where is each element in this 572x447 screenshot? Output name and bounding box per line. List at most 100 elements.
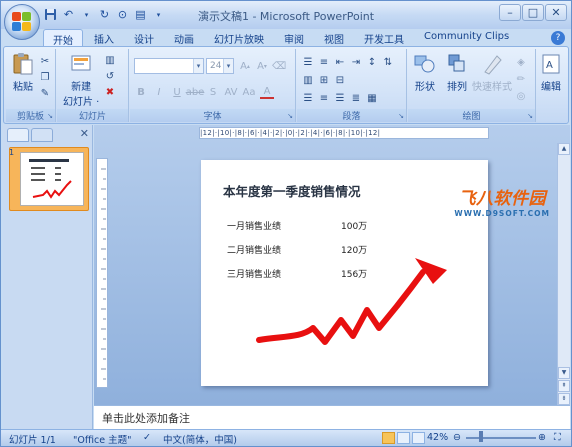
shape-effects-icon[interactable]: ◎ xyxy=(514,89,528,103)
font-color-icon[interactable]: A xyxy=(260,85,274,99)
decrease-indent-icon[interactable]: ⇤ xyxy=(333,55,347,69)
grow-font-icon[interactable]: A ▴ xyxy=(238,59,252,73)
justify-icon[interactable]: ≣ xyxy=(349,91,363,105)
tab-outline[interactable] xyxy=(31,128,53,142)
font-style-buttons: B I U abe S AV Aa A xyxy=(134,85,274,99)
tab-developer[interactable]: 开发工具 xyxy=(355,29,413,47)
office-button[interactable] xyxy=(4,4,40,40)
slides-small-buttons: ▥ ↺ ✖ xyxy=(103,53,117,99)
tab-animations[interactable]: 动画 xyxy=(165,29,203,47)
font-launcher-icon[interactable]: ↘ xyxy=(287,112,293,120)
shape-outline-icon[interactable]: ✏ xyxy=(514,72,528,86)
paste-button[interactable]: 粘贴 xyxy=(10,52,36,93)
copy-icon[interactable]: ❐ xyxy=(38,70,52,84)
shrink-font-icon[interactable]: A ▾ xyxy=(255,59,269,73)
vertical-ruler[interactable] xyxy=(96,158,108,388)
tab-slideshow[interactable]: 幻灯片放映 xyxy=(205,29,273,47)
strikethrough-icon[interactable]: abe xyxy=(186,85,205,99)
dropdown-icon[interactable]: ▾ xyxy=(79,7,94,22)
align-right-icon[interactable]: ☰ xyxy=(333,91,347,105)
tab-view[interactable]: 视图 xyxy=(315,29,353,47)
zoom-out-icon[interactable]: ⊖ xyxy=(453,432,461,443)
zoom-thumb[interactable] xyxy=(479,431,483,442)
slide-info: 幻灯片 1/1 xyxy=(9,435,56,446)
increase-indent-icon[interactable]: ⇥ xyxy=(349,55,363,69)
arrange-button[interactable]: 排列 xyxy=(444,52,470,93)
horizontal-ruler[interactable]: |12|·|10|·|8|·|6|·|4|·|2|·|0|·|2|·|4|·|6… xyxy=(199,127,489,139)
vertical-scrollbar[interactable]: ▲ ▼ ⇞ ⇟ xyxy=(557,143,570,405)
prev-slide-icon[interactable]: ⇞ xyxy=(558,380,570,392)
shape-fill-icon[interactable]: ◈ xyxy=(514,55,528,69)
list-buttons: ☰ ≡ ⇤ ⇥ ↕ ⇅ xyxy=(301,55,395,69)
scroll-down-icon[interactable]: ▼ xyxy=(558,367,570,379)
minimize-button[interactable]: – xyxy=(499,4,521,21)
record-icon[interactable]: ⊙ xyxy=(115,7,130,22)
paragraph-launcher-icon[interactable]: ↘ xyxy=(398,112,404,120)
change-case-icon[interactable]: Aa xyxy=(242,85,256,99)
drawing-launcher-icon[interactable]: ↘ xyxy=(527,112,533,120)
underline-icon[interactable]: U xyxy=(170,85,184,99)
drawing-group: 形状 排列 快速样式 ◈ ✏ ◎ 绘图 ↘ xyxy=(408,49,536,122)
shapes-button[interactable]: 形状 xyxy=(412,52,438,93)
tab-home[interactable]: 开始 xyxy=(43,29,83,47)
spellcheck-icon[interactable]: ✓ xyxy=(143,432,151,443)
undo-icon[interactable]: ↶ xyxy=(61,7,76,22)
numbering-icon[interactable]: ≡ xyxy=(317,55,331,69)
font-size-combo[interactable]: 24 ▾ xyxy=(206,58,234,74)
watermark-logo: 飞八软件园 WWW.D9SOFT.COM xyxy=(454,184,550,218)
scroll-up-icon[interactable]: ▲ xyxy=(558,143,570,155)
maximize-button[interactable]: □ xyxy=(522,4,544,21)
columns-icon[interactable]: ▥ xyxy=(301,73,315,87)
reset-icon[interactable]: ↺ xyxy=(103,69,117,83)
clipboard-launcher-icon[interactable]: ↘ xyxy=(47,112,53,120)
redo-icon[interactable]: ↻ xyxy=(97,7,112,22)
char-spacing-icon[interactable]: AV xyxy=(224,85,238,99)
slide-thumbnail-selected[interactable]: 1 xyxy=(9,147,89,211)
trend-arrow[interactable] xyxy=(201,160,488,386)
bullets-icon[interactable]: ☰ xyxy=(301,55,315,69)
help-icon[interactable]: ? xyxy=(551,31,565,45)
tab-slides-thumbnails[interactable] xyxy=(7,128,29,142)
line-spacing-icon[interactable]: ↕ xyxy=(365,55,379,69)
new-slide-button[interactable]: 新建 幻灯片 · xyxy=(63,52,99,108)
close-button[interactable]: ✕ xyxy=(545,4,567,21)
print-icon[interactable]: ▤ xyxy=(133,7,148,22)
cut-icon[interactable]: ✂ xyxy=(38,54,52,68)
tab-community-clips[interactable]: Community Clips xyxy=(415,29,518,47)
font-name-combo[interactable]: ▾ xyxy=(134,58,204,74)
slides-pane: ✕ 1 xyxy=(3,125,93,430)
tab-review[interactable]: 审阅 xyxy=(275,29,313,47)
format-painter-icon[interactable]: ✎ xyxy=(38,86,52,100)
clear-format-icon[interactable]: ⌫ xyxy=(272,59,286,73)
smartart-icon[interactable]: ⊟ xyxy=(333,73,347,87)
distribute-icon[interactable]: ▦ xyxy=(365,91,379,105)
next-slide-icon[interactable]: ⇟ xyxy=(558,393,570,405)
text-direction-icon[interactable]: ⇅ xyxy=(381,55,395,69)
close-pane-icon[interactable]: ✕ xyxy=(80,127,89,140)
save-icon[interactable] xyxy=(43,7,58,22)
zoom-in-icon[interactable]: ⊕ xyxy=(538,432,546,443)
tab-design[interactable]: 设计 xyxy=(125,29,163,47)
zoom-slider[interactable] xyxy=(466,437,536,439)
notes-pane[interactable]: 单击此处添加备注 xyxy=(94,405,570,430)
shadow-icon[interactable]: S xyxy=(206,85,220,99)
normal-view-button[interactable] xyxy=(382,432,395,444)
align-left-icon[interactable]: ☰ xyxy=(301,91,315,105)
slide-sorter-button[interactable] xyxy=(397,432,410,444)
tab-insert[interactable]: 插入 xyxy=(85,29,123,47)
paste-label: 粘贴 xyxy=(13,82,33,93)
slide-canvas[interactable]: 本年度第一季度销售情况 一月销售业绩 100万 二月销售业绩 120万 三月销售… xyxy=(201,160,488,386)
editing-button[interactable]: A 编辑 xyxy=(539,52,563,93)
layout-icon[interactable]: ▥ xyxy=(103,53,117,67)
align-center-icon[interactable]: ≡ xyxy=(317,91,331,105)
fit-window-icon[interactable]: ⛶ xyxy=(554,432,561,443)
watermark-sub: WWW.D9SOFT.COM xyxy=(454,209,550,218)
italic-icon[interactable]: I xyxy=(152,85,166,99)
quick-styles-button[interactable]: 快速样式 xyxy=(472,52,512,93)
slideshow-button[interactable] xyxy=(412,432,425,444)
customize-qat-icon[interactable]: ▾ xyxy=(151,7,166,22)
align-text-icon[interactable]: ⊞ xyxy=(317,73,331,87)
delete-slide-icon[interactable]: ✖ xyxy=(103,85,117,99)
chevron-down-icon: ▾ xyxy=(193,59,203,73)
bold-icon[interactable]: B xyxy=(134,85,148,99)
